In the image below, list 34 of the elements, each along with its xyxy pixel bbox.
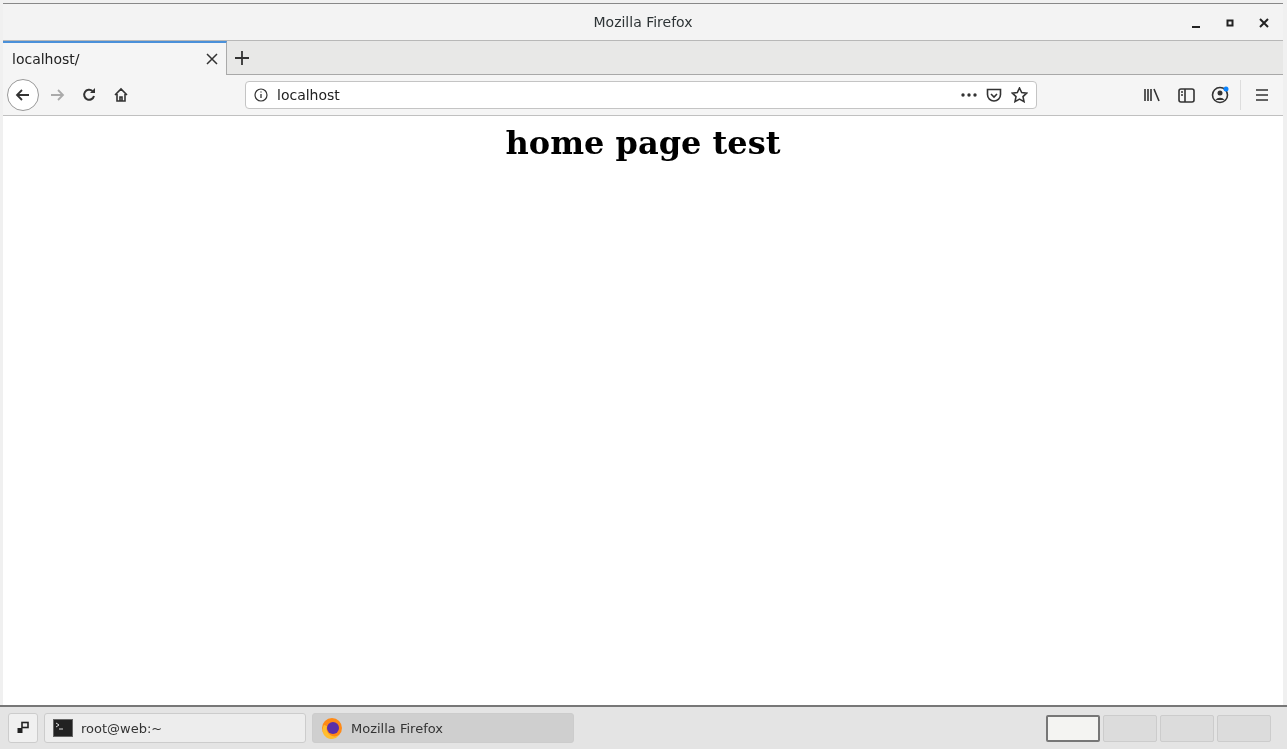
more-dots-icon[interactable] <box>961 93 977 97</box>
minimize-icon <box>1191 26 1201 28</box>
taskbar-window-button[interactable]: root@web:~ <box>44 713 306 743</box>
browser-tab[interactable]: localhost/ <box>3 41 227 75</box>
show-desktop-button[interactable] <box>8 713 38 743</box>
back-arrow-icon <box>15 87 31 103</box>
browser-logo-icon <box>321 717 343 739</box>
plus-icon <box>234 49 250 66</box>
tab-close-button[interactable] <box>206 53 218 65</box>
page-heading: home page test <box>505 124 781 164</box>
workspace-switcher[interactable] <box>1046 714 1100 742</box>
address-text: localhost <box>277 87 341 103</box>
forward-arrow-icon <box>49 87 65 103</box>
pocket-icon[interactable] <box>986 87 1002 103</box>
taskbar-window-button[interactable]: Mozilla Firefox <box>312 713 574 743</box>
close-icon <box>1259 18 1269 28</box>
library-icon <box>1143 87 1161 103</box>
terminal-icon <box>53 719 73 737</box>
info-icon <box>254 88 268 102</box>
workspace-switcher[interactable] <box>1103 714 1157 742</box>
home-icon <box>113 87 129 103</box>
workspace-switcher[interactable] <box>1217 714 1271 742</box>
sidebar-icon <box>1177 87 1195 103</box>
maximize-icon <box>1225 18 1235 28</box>
reload-icon <box>81 87 97 103</box>
window-title: Mozilla Firefox <box>593 14 693 30</box>
address-bar[interactable]: localhost <box>245 81 1037 109</box>
tab-title: localhost/ <box>12 51 80 67</box>
windows-icon <box>16 721 30 735</box>
close-icon <box>206 53 218 65</box>
workspace-switcher[interactable] <box>1160 714 1214 742</box>
back-button[interactable] <box>7 79 39 111</box>
star-icon[interactable] <box>1011 87 1028 103</box>
menu-icon <box>1255 89 1269 101</box>
